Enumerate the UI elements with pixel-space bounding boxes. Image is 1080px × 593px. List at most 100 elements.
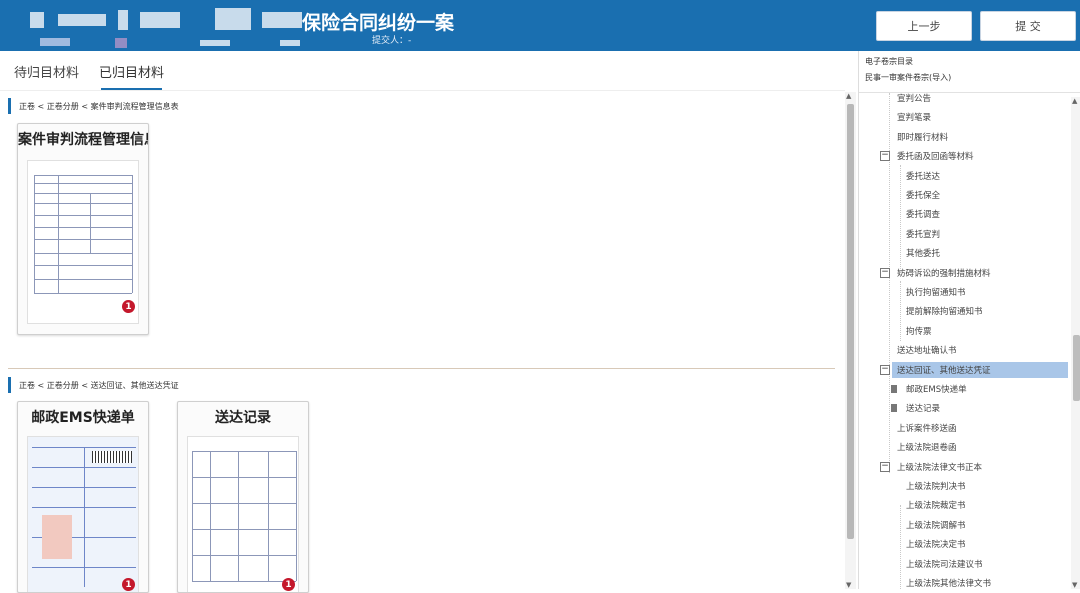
tree-node[interactable]: 委托送达 bbox=[906, 168, 940, 184]
scrollbar-thumb[interactable] bbox=[847, 104, 854, 539]
collapse-toggle-icon[interactable]: − bbox=[880, 364, 890, 375]
tree-node[interactable]: 其他委托 bbox=[906, 245, 940, 261]
page-count-badge: 1 bbox=[122, 578, 135, 591]
tree-node-label: 上级法院调解书 bbox=[906, 520, 966, 531]
tab-unfiled-materials[interactable]: 待归目材料 bbox=[14, 62, 79, 88]
tree-node-label: 邮政EMS快递单 bbox=[906, 385, 967, 395]
main-scrollbar[interactable]: ▲ ▼ bbox=[845, 92, 856, 589]
tree-node[interactable]: 宣判公告 bbox=[897, 93, 931, 106]
material-card[interactable]: 送达记录 1 bbox=[177, 401, 309, 593]
tree-node-label: 宣判笔录 bbox=[897, 113, 932, 124]
tree-node[interactable]: 上级法院决定书 bbox=[906, 536, 966, 552]
tree-node-label: 执行拘留通知书 bbox=[906, 288, 966, 298]
scrollbar-thumb[interactable] bbox=[1073, 335, 1080, 401]
redacted-text bbox=[118, 10, 128, 30]
redacted-text bbox=[200, 40, 230, 46]
collapse-toggle-icon[interactable]: − bbox=[880, 267, 890, 278]
tree-node[interactable]: 送达地址确认书 bbox=[897, 342, 957, 358]
tree-node-label: 其他委托 bbox=[906, 249, 941, 260]
tree-node[interactable]: 邮政EMS快递单 bbox=[906, 381, 967, 397]
tree-node-label: 送达回证、其他送达凭证 bbox=[897, 365, 991, 376]
tree-node[interactable]: 上级法院裁定书 bbox=[906, 497, 966, 513]
catalog-subtitle: 民事一审案件卷宗(导入) bbox=[865, 73, 952, 82]
redacted-text bbox=[40, 38, 70, 46]
card-title: 送达记录 bbox=[215, 410, 271, 426]
redacted-text bbox=[140, 12, 180, 28]
collapse-toggle-icon[interactable]: − bbox=[880, 461, 890, 472]
tree-node[interactable]: 上级法院判决书 bbox=[906, 478, 966, 494]
tree-node[interactable]: 上诉案件移送函 bbox=[897, 420, 957, 436]
file-icon bbox=[891, 385, 897, 393]
tree-node[interactable]: 宣判笔录 bbox=[897, 109, 931, 125]
catalog-tree: 宣判公告 宣判笔录 即时履行材料 委托函及回函等材料 − 委托送达 委托保全 委托调查 委托宣判… bbox=[859, 93, 1071, 589]
tree-node-label: 委托保全 bbox=[906, 191, 941, 201]
section-divider bbox=[8, 368, 835, 369]
tab-divider bbox=[0, 90, 845, 91]
tree-node-label: 上诉案件移送函 bbox=[897, 423, 957, 434]
tree-node[interactable]: 上级法院法律文书正本 bbox=[897, 459, 982, 475]
tree-node-label: 上级法院裁定书 bbox=[906, 501, 966, 512]
tree-node[interactable]: 委托保全 bbox=[906, 187, 940, 203]
card-title: 邮政EMS快递单 bbox=[31, 410, 135, 426]
document-thumbnail bbox=[27, 436, 139, 592]
tree-node[interactable]: 拘传票 bbox=[906, 323, 932, 339]
tree-node[interactable]: 妨碍诉讼的强制措施材料 bbox=[897, 265, 991, 281]
tree-node-label: 上级法院判决书 bbox=[906, 482, 966, 492]
tree-node[interactable]: 上级法院其他法律文书 bbox=[906, 575, 991, 589]
scroll-up-icon[interactable]: ▲ bbox=[1072, 97, 1077, 105]
tree-node-label: 上级法院退卷函 bbox=[897, 443, 957, 454]
page-count-badge: 1 bbox=[122, 300, 135, 313]
tab-filed-materials[interactable]: 已归目材料 bbox=[99, 62, 164, 90]
submit-button[interactable]: 提 交 bbox=[980, 11, 1076, 41]
scroll-down-icon[interactable]: ▼ bbox=[846, 581, 851, 589]
tree-node[interactable]: 上级法院退卷函 bbox=[897, 439, 957, 455]
scroll-up-icon[interactable]: ▲ bbox=[846, 92, 851, 100]
tree-node-label: 上级法院其他法律文书 bbox=[906, 579, 992, 589]
tree-node[interactable]: 送达记录 bbox=[906, 400, 940, 416]
tree-node-label: 委托函及回函等材料 bbox=[897, 152, 974, 163]
tree-node-label: 拘传票 bbox=[906, 326, 932, 337]
collapse-toggle-icon[interactable]: − bbox=[880, 151, 890, 162]
tree-guide-line bbox=[900, 505, 901, 589]
tree-node[interactable]: 委托函及回函等材料 bbox=[897, 148, 974, 164]
redacted-text bbox=[280, 40, 300, 46]
page-count-badge: 1 bbox=[282, 578, 295, 591]
tree-node-label: 送达地址确认书 bbox=[897, 346, 957, 357]
tree-node-label: 妨碍诉讼的强制措施材料 bbox=[897, 268, 991, 279]
tree-node[interactable]: 提前解除拘留通知书 bbox=[906, 303, 983, 319]
tree-node[interactable]: 执行拘留通知书 bbox=[906, 284, 966, 300]
tree-node-label: 提前解除拘留通知书 bbox=[906, 307, 983, 318]
tree-scrollbar[interactable]: ▲ ▼ bbox=[1071, 97, 1080, 589]
tree-node[interactable]: 委托调查 bbox=[906, 206, 940, 222]
previous-step-button[interactable]: 上一步 bbox=[876, 11, 972, 41]
material-card[interactable]: 邮政EMS快递单 1 bbox=[17, 401, 149, 593]
redacted-text bbox=[262, 12, 302, 28]
document-thumbnail bbox=[187, 436, 299, 592]
tree-node[interactable]: 上级法院调解书 bbox=[906, 517, 966, 533]
tree-node[interactable]: 送达回证、其他送达凭证 bbox=[892, 361, 1068, 378]
section-breadcrumb: 正卷 < 正卷分册 < 案件审判流程管理信息表 bbox=[8, 98, 179, 114]
redacted-text bbox=[58, 14, 106, 26]
tree-node-label: 宣判公告 bbox=[897, 94, 932, 104]
scroll-down-icon[interactable]: ▼ bbox=[1072, 581, 1077, 589]
tree-node-label: 送达记录 bbox=[906, 404, 941, 415]
redacted-text bbox=[30, 12, 44, 28]
catalog-title: 电子卷宗目录 bbox=[865, 57, 913, 66]
tree-node-label: 即时履行材料 bbox=[897, 132, 949, 143]
tree-guide-line bbox=[900, 281, 901, 341]
redacted-text bbox=[115, 38, 127, 48]
section-breadcrumb: 正卷 < 正卷分册 < 送达回证、其他送达凭证 bbox=[8, 377, 179, 393]
submitter-label: 提交人：- bbox=[372, 36, 412, 46]
material-card[interactable]: 案件审判流程管理信息表 1 bbox=[17, 123, 149, 335]
tree-guide-line bbox=[889, 93, 890, 473]
tree-node[interactable]: 委托宣判 bbox=[906, 226, 940, 242]
redacted-text bbox=[215, 8, 251, 30]
material-tabs: 待归目材料 已归目材料 bbox=[14, 62, 164, 90]
tree-node[interactable]: 上级法院司法建议书 bbox=[906, 556, 983, 572]
card-title: 案件审判流程管理信息表 bbox=[18, 132, 148, 148]
tree-node[interactable]: 即时履行材料 bbox=[897, 129, 948, 145]
top-header: 保险合同纠纷一案 提交人：- 上一步 提 交 bbox=[0, 0, 1080, 51]
tree-guide-line bbox=[900, 165, 901, 275]
file-icon bbox=[891, 404, 897, 413]
case-title: 保险合同纠纷一案 bbox=[302, 12, 455, 34]
